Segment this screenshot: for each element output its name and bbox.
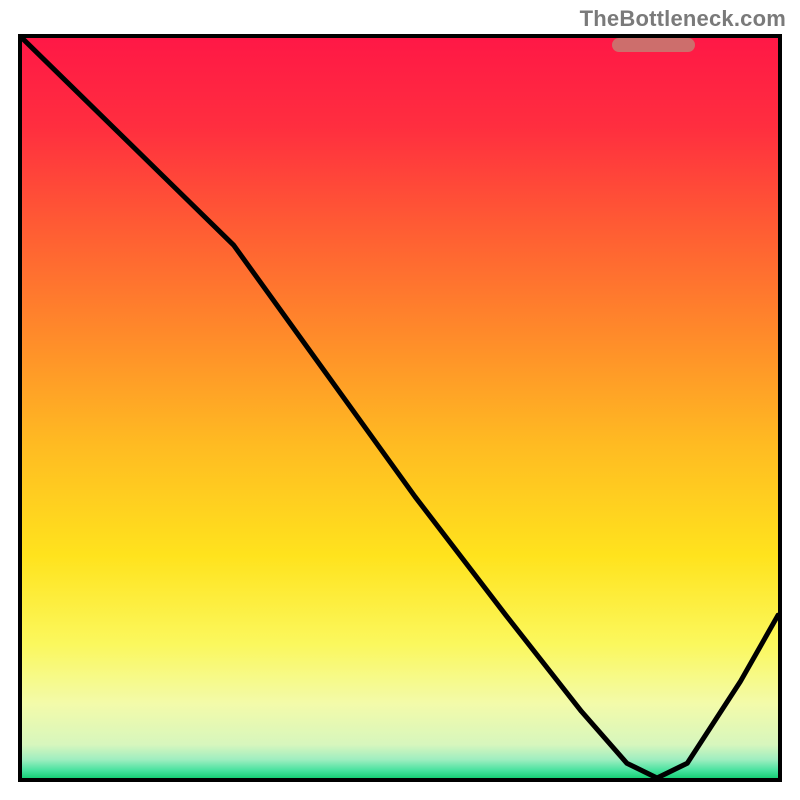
plot-border	[18, 34, 782, 782]
plot-area	[22, 38, 778, 778]
chart-svg	[22, 38, 778, 778]
optimal-range-marker	[612, 38, 695, 52]
chart-frame: TheBottleneck.com	[0, 0, 800, 800]
watermark-text: TheBottleneck.com	[580, 6, 786, 32]
